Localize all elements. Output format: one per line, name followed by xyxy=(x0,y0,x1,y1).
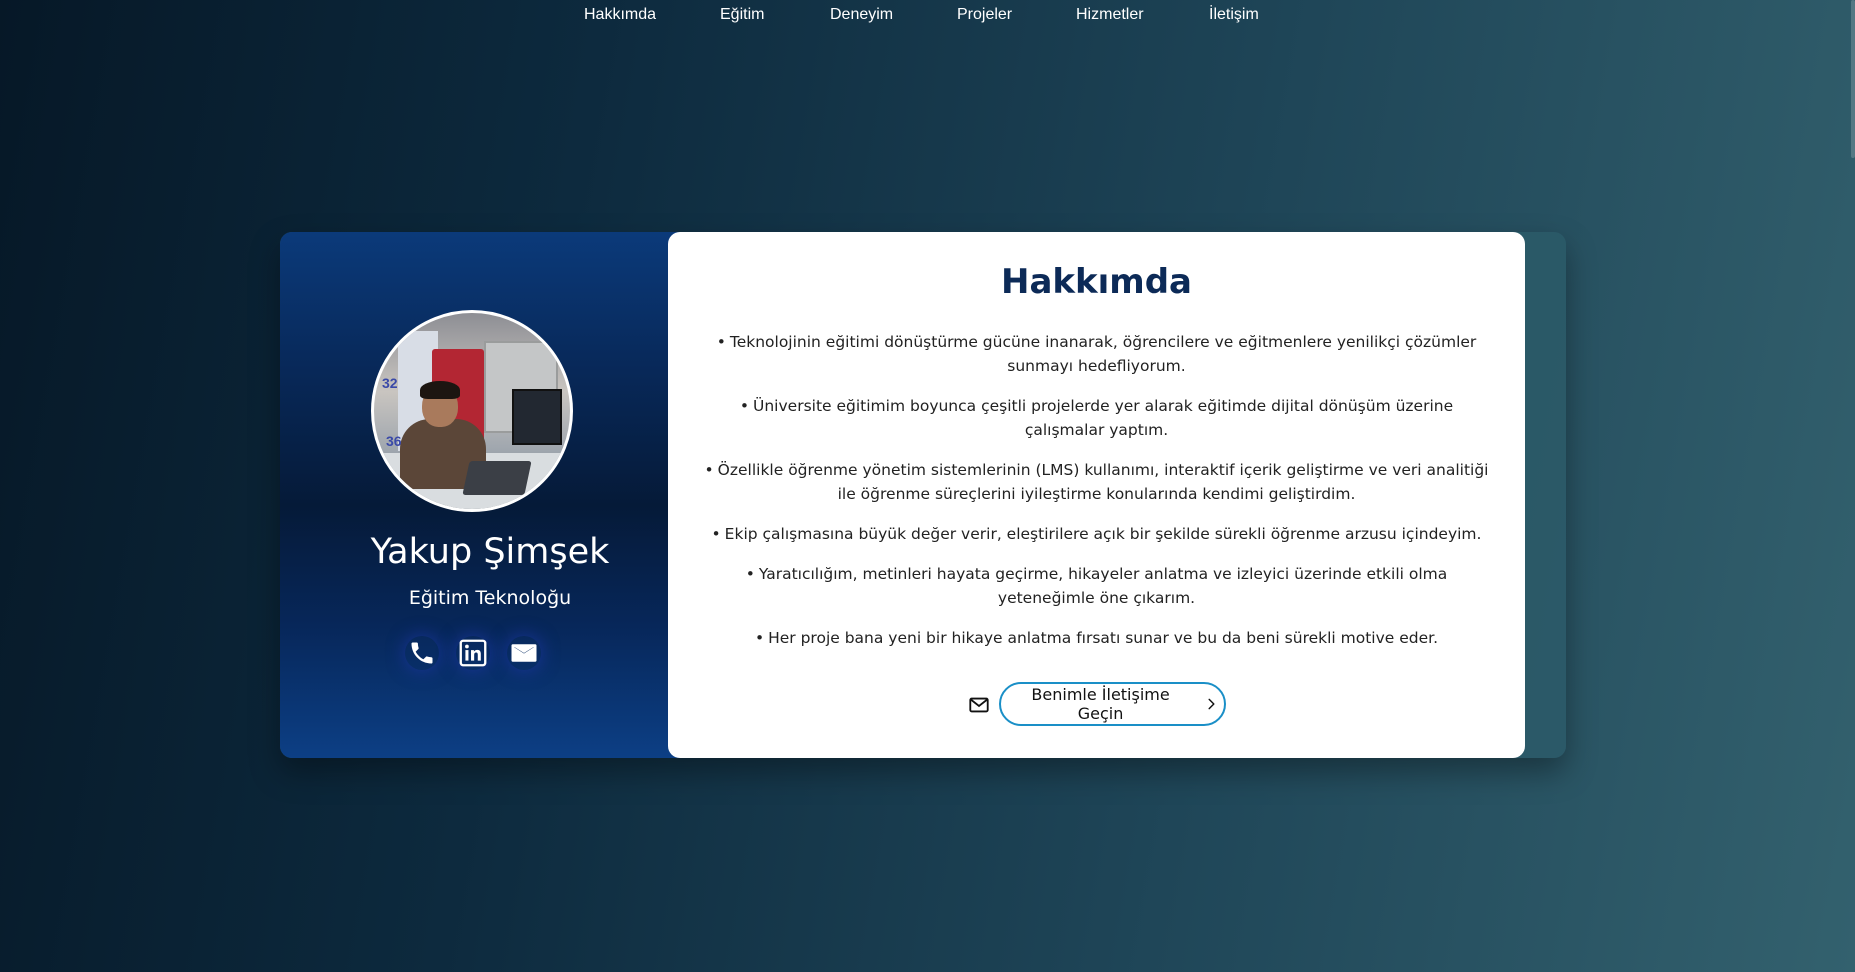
bullet-mark: • xyxy=(745,565,755,583)
bullet-mark: • xyxy=(716,333,726,351)
top-navigation: Hakkımda Eğitim Deneyim Projeler Hizmetl… xyxy=(0,0,1855,34)
list-item: • Yaratıcılığım, metinleri hayata geçirme… xyxy=(700,562,1493,610)
avatar-photo-number: 36 xyxy=(386,433,402,449)
envelope-icon xyxy=(969,697,989,713)
nav-item-egitim[interactable]: Eğitim xyxy=(720,6,764,24)
bullet-text: Ekip çalışmasına büyük değer verir, eleş… xyxy=(724,525,1482,543)
contact-me-button-label: Benimle İletişime Geçin xyxy=(1031,685,1170,723)
linkedin-link[interactable] xyxy=(456,636,490,670)
bullet-mark: • xyxy=(754,629,765,647)
phone-link[interactable] xyxy=(405,636,439,670)
nav-item-hizmetler[interactable]: Hizmetler xyxy=(1076,6,1144,24)
avatar-photo-number: 32 xyxy=(382,375,398,391)
nav-item-projeler[interactable]: Projeler xyxy=(957,6,1012,24)
nav-item-hakkimda[interactable]: Hakkımda xyxy=(584,6,656,24)
list-item: • Özellikle öğrenme yönetim sistemlerinin… xyxy=(700,458,1493,506)
chevron-right-icon xyxy=(1208,698,1215,710)
contact-me-button[interactable]: Benimle İletişime Geçin xyxy=(999,682,1226,726)
bullet-text: Her proje bana yeni bir hikaye anlatma f… xyxy=(768,629,1439,647)
profile-name: Yakup Şimşek xyxy=(370,532,610,572)
mail-icon xyxy=(511,644,537,662)
scrollbar-thumb[interactable] xyxy=(1851,0,1855,158)
bullet-mark: • xyxy=(704,461,714,479)
bullet-text: Teknolojinin eğitimi dönüştürme gücüne i… xyxy=(729,333,1477,375)
email-link[interactable] xyxy=(507,636,541,670)
about-bullet-list: • Teknolojinin eğitimi dönüştürme gücüne … xyxy=(700,330,1493,666)
page-scrollbar[interactable] xyxy=(1849,0,1855,972)
list-item: • Ekip çalışmasına büyük değer verir, ele… xyxy=(700,522,1493,546)
avatar-photo-monitor xyxy=(512,389,562,445)
list-item: • Teknolojinin eğitimi dönüştürme gücüne … xyxy=(700,330,1493,378)
avatar-photo-laptop xyxy=(462,461,532,495)
list-item: • Üniversite eğitimim boyunca çeşitli pro… xyxy=(700,394,1493,442)
profile-title: Eğitim Teknoloğu xyxy=(408,587,572,609)
list-item: • Her proje bana yeni bir hikaye anlatma … xyxy=(700,626,1493,650)
bullet-mark: • xyxy=(711,525,721,543)
bullet-text: Özellikle öğrenme yönetim sistemlerinin … xyxy=(717,461,1489,503)
nav-item-deneyim[interactable]: Deneyim xyxy=(830,6,893,24)
avatar: 32 36 xyxy=(371,310,573,512)
avatar-photo-hair xyxy=(420,381,460,399)
linkedin-icon xyxy=(459,639,487,667)
bullet-text: Yaratıcılığım, metinleri hayata geçirme,… xyxy=(758,565,1448,607)
bullet-mark: • xyxy=(739,397,750,415)
nav-item-iletisim[interactable]: İletişim xyxy=(1209,6,1259,24)
bullet-text: Üniversite eğitimim boyunca çeşitli proj… xyxy=(753,397,1454,439)
section-title: Hakkımda xyxy=(1001,262,1192,302)
phone-icon xyxy=(411,642,433,664)
